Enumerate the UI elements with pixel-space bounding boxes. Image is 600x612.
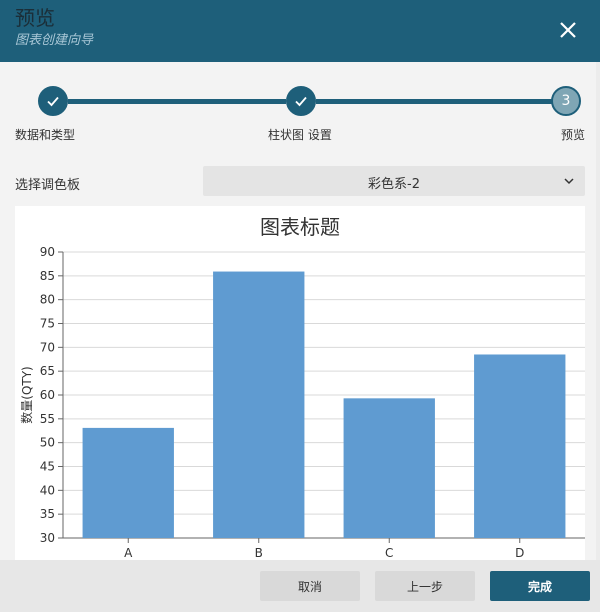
palette-select[interactable]: 彩色系-2 xyxy=(203,166,585,196)
palette-select-value: 彩色系-2 xyxy=(368,177,420,192)
y-tick-label: 40 xyxy=(40,483,55,497)
step-connector xyxy=(316,99,552,104)
step-1-label: 数据和类型 xyxy=(15,128,76,142)
dialog-header: 预览 图表创建向导 xyxy=(0,0,600,62)
dialog-footer: 取消 上一步 完成 xyxy=(0,560,600,612)
y-tick-label: 35 xyxy=(40,507,55,521)
dialog-title: 预览 xyxy=(15,6,55,30)
y-tick-label: 85 xyxy=(40,269,55,283)
y-tick-label: 90 xyxy=(40,245,55,259)
dialog-subtitle: 图表创建向导 xyxy=(15,33,94,48)
chart-preview: 图表标题 30 35 40 45 50 55 60 65 70 75 80 85 90 数量(QTY) A B C… xyxy=(15,206,585,566)
step-number: 3 xyxy=(561,93,571,109)
x-tick-label: B xyxy=(255,546,263,560)
close-icon xyxy=(560,22,576,38)
step-2-indicator[interactable] xyxy=(286,86,316,116)
y-tick-label: 60 xyxy=(40,388,55,402)
palette-label: 选择调色板 xyxy=(15,178,81,193)
y-tick-label: 65 xyxy=(40,364,55,378)
dialog-content: 3 数据和类型 柱状图 设置 预览 选择调色板 彩色系-2 图表标题 30 35 40… xyxy=(0,62,600,566)
y-tick-label: 45 xyxy=(40,460,55,474)
y-tick-label: 70 xyxy=(40,340,55,354)
step-connector xyxy=(68,99,286,104)
step-3-indicator[interactable]: 3 xyxy=(551,86,581,116)
finish-button[interactable]: 完成 xyxy=(490,571,590,601)
step-3-label: 预览 xyxy=(561,128,586,142)
y-tick-label: 30 xyxy=(40,531,55,545)
wizard-stepper: 3 数据和类型 柱状图 设置 预览 xyxy=(0,62,600,152)
previous-button[interactable]: 上一步 xyxy=(375,571,475,601)
y-tick-label: 75 xyxy=(40,317,55,331)
close-button[interactable] xyxy=(554,16,582,44)
y-axis-label: 数量(QTY) xyxy=(19,366,34,423)
chart-title: 图表标题 xyxy=(260,215,340,239)
bar-c xyxy=(343,398,435,538)
bar-a xyxy=(82,427,174,538)
bar-d xyxy=(474,354,566,538)
x-tick-label: C xyxy=(385,546,393,560)
cancel-button[interactable]: 取消 xyxy=(260,571,360,601)
y-tick-label: 55 xyxy=(40,412,55,426)
x-tick-label: A xyxy=(124,546,133,560)
x-tick-label: D xyxy=(515,546,524,560)
scrollbar[interactable] xyxy=(596,62,600,560)
y-tick-label: 80 xyxy=(40,293,55,307)
bar-b xyxy=(213,271,305,538)
checkmark-icon xyxy=(295,96,307,107)
checkmark-icon xyxy=(47,96,59,107)
step-1-indicator[interactable] xyxy=(38,86,68,116)
chevron-down-icon xyxy=(564,178,574,185)
step-2-label: 柱状图 设置 xyxy=(268,128,332,142)
bar-chart: 图表标题 30 35 40 45 50 55 60 65 70 75 80 85 90 数量(QTY) A B C… xyxy=(19,215,585,560)
y-tick-label: 50 xyxy=(40,436,55,450)
